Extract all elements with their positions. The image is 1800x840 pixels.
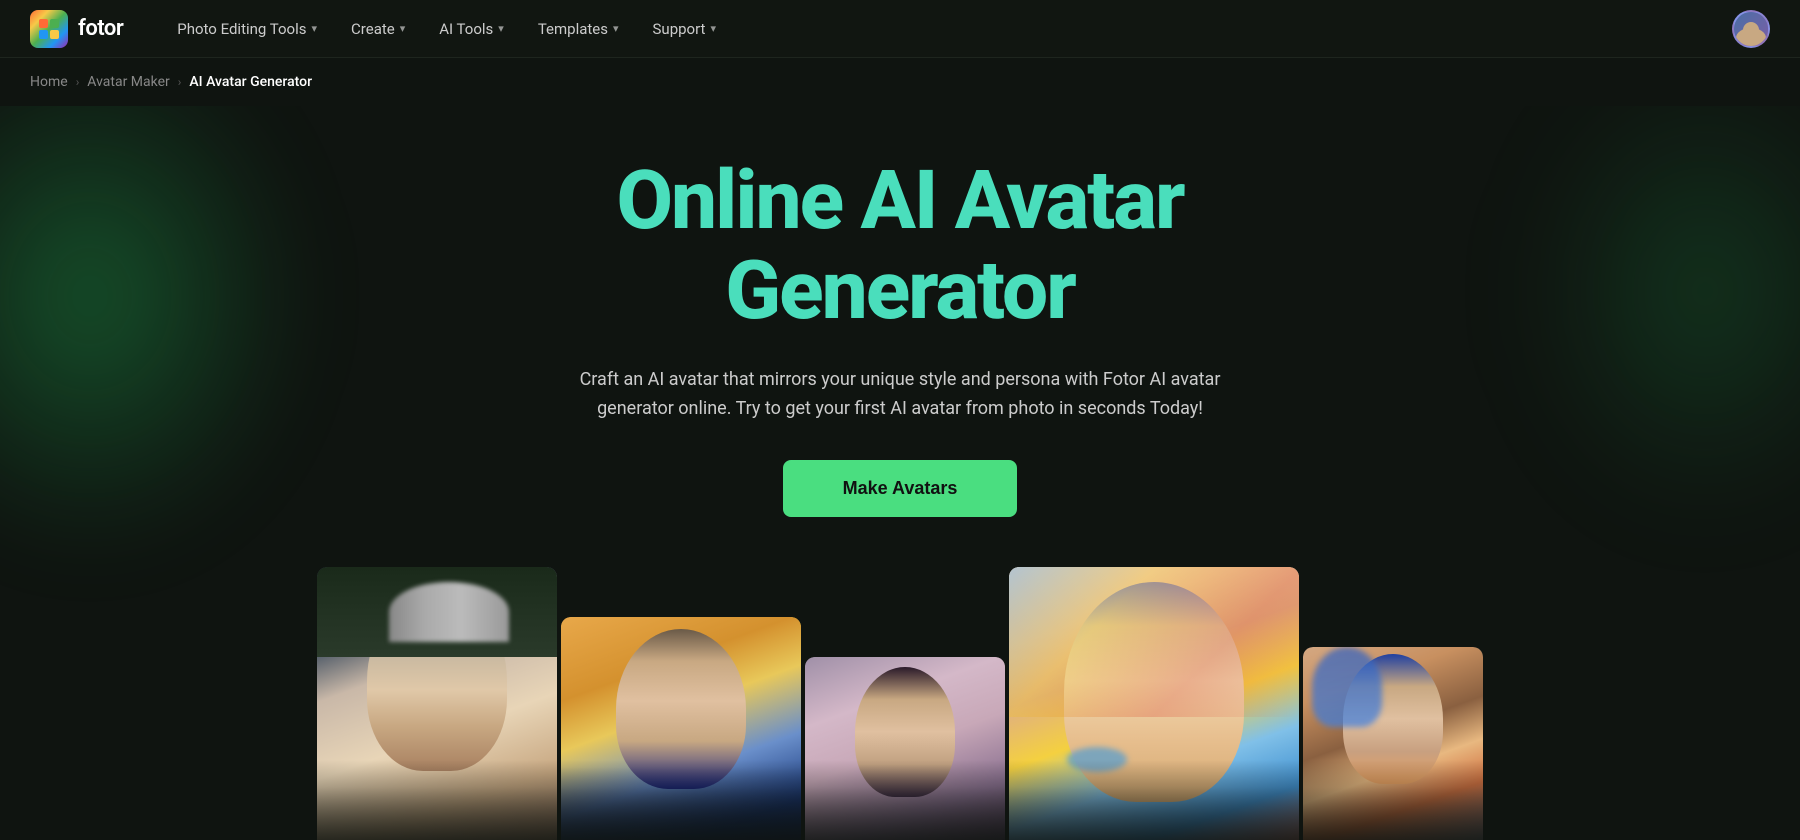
gallery-image-1 <box>317 567 557 840</box>
nav-item-ai-tools[interactable]: AI Tools ▾ <box>425 12 518 46</box>
logo-text: fotor <box>78 16 123 41</box>
logo[interactable]: fotor <box>30 10 123 48</box>
nav-right <box>1732 10 1770 48</box>
chevron-down-icon: ▾ <box>498 22 504 35</box>
nav-item-photo-editing[interactable]: Photo Editing Tools ▾ <box>163 12 331 46</box>
gallery-image-5 <box>1303 647 1483 840</box>
chevron-down-icon: ▾ <box>613 22 619 35</box>
decorative-blob-right <box>1530 106 1800 516</box>
hero-content: Online AI Avatar Generator Craft an AI a… <box>500 106 1300 567</box>
gallery-image-3 <box>805 657 1005 840</box>
hero-subtitle: Craft an AI avatar that mirrors your uni… <box>575 366 1225 424</box>
navbar: fotor Photo Editing Tools ▾ Create ▾ AI … <box>0 0 1800 58</box>
img-fade <box>1303 787 1483 840</box>
avatar-gallery <box>320 567 1480 840</box>
breadcrumb-avatar-maker[interactable]: Avatar Maker <box>87 74 169 90</box>
logo-icon <box>30 10 68 48</box>
hero-title: Online AI Avatar Generator <box>500 156 1300 336</box>
breadcrumb-home[interactable]: Home <box>30 74 68 90</box>
img-fade <box>317 787 557 840</box>
breadcrumb-separator: › <box>76 75 80 89</box>
img-fade <box>805 787 1005 840</box>
img-fade <box>561 787 801 840</box>
breadcrumb: Home › Avatar Maker › AI Avatar Generato… <box>0 58 1800 106</box>
gallery-image-4 <box>1009 567 1299 840</box>
nav-items: Photo Editing Tools ▾ Create ▾ AI Tools … <box>163 12 1732 46</box>
breadcrumb-separator: › <box>178 75 182 89</box>
breadcrumb-current: AI Avatar Generator <box>189 74 312 90</box>
decorative-blob-left <box>0 106 300 546</box>
chevron-down-icon: ▾ <box>710 22 716 35</box>
user-avatar[interactable] <box>1732 10 1770 48</box>
nav-item-support[interactable]: Support ▾ <box>639 12 730 46</box>
nav-item-templates[interactable]: Templates ▾ <box>524 12 633 46</box>
hero-section: Online AI Avatar Generator Craft an AI a… <box>0 106 1800 840</box>
nav-item-create[interactable]: Create ▾ <box>337 12 419 46</box>
gallery-image-2 <box>561 617 801 840</box>
img-fade <box>1009 787 1299 840</box>
chevron-down-icon: ▾ <box>400 22 406 35</box>
make-avatars-button[interactable]: Make Avatars <box>783 460 1018 517</box>
avatar-image <box>1734 12 1768 46</box>
chevron-down-icon: ▾ <box>312 22 318 35</box>
